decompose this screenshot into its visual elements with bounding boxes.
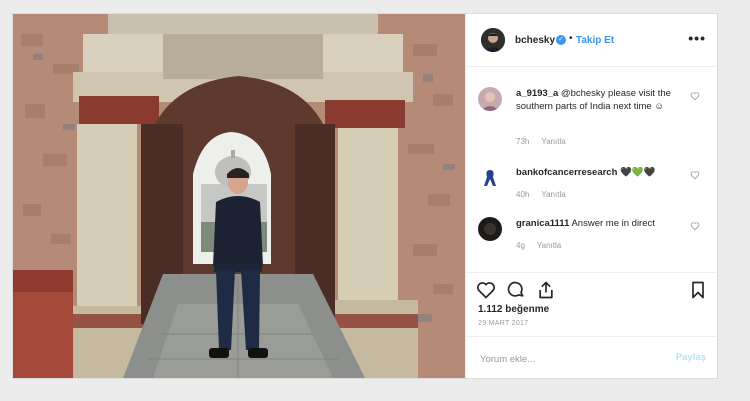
reply-button[interactable]: Yanıtla bbox=[541, 190, 565, 199]
instagram-post: bchesky ✓ • Takip Et ••• a_9193_a @bches… bbox=[12, 13, 718, 379]
add-comment-bar: Paylaş bbox=[466, 336, 718, 379]
comment-text: bankofcancerresearch 🖤💚🖤 bbox=[516, 166, 676, 179]
comment-age: 40h bbox=[516, 190, 530, 199]
post-date: 29 MART 2017 bbox=[478, 320, 529, 327]
verified-badge-icon: ✓ bbox=[556, 35, 566, 45]
comment-meta: 73h Yanıtla bbox=[516, 137, 578, 146]
post-username[interactable]: bchesky bbox=[515, 35, 555, 46]
more-options-icon[interactable]: ••• bbox=[688, 30, 706, 46]
post-photo[interactable] bbox=[13, 14, 465, 378]
reply-button[interactable]: Yanıtla bbox=[541, 137, 565, 146]
bookmark-icon[interactable] bbox=[688, 280, 708, 300]
comment-input[interactable] bbox=[478, 349, 652, 369]
like-comment-heart-icon[interactable] bbox=[690, 221, 700, 231]
comment-body: Answer me in direct bbox=[569, 218, 655, 229]
avatar[interactable] bbox=[481, 28, 505, 52]
reply-button[interactable]: Yanıtla bbox=[537, 241, 561, 250]
comment-body: 🖤💚🖤 bbox=[617, 167, 656, 178]
avatar[interactable] bbox=[478, 87, 502, 111]
post-header: bchesky ✓ • Takip Et ••• bbox=[466, 14, 718, 67]
comment-text: granica1111 Answer me in direct bbox=[516, 217, 676, 230]
follow-button[interactable]: Takip Et bbox=[576, 35, 614, 46]
like-comment-heart-icon[interactable] bbox=[690, 170, 700, 180]
share-icon[interactable] bbox=[536, 280, 556, 300]
post-sidebar: bchesky ✓ • Takip Et ••• a_9193_a @bches… bbox=[465, 14, 718, 378]
post-comment-button[interactable]: Paylaş bbox=[676, 352, 706, 363]
likes-count[interactable]: 1.112 beğenme bbox=[478, 304, 549, 315]
comment-icon[interactable] bbox=[506, 280, 526, 300]
comment-username[interactable]: bankofcancerresearch bbox=[516, 167, 617, 178]
comment-meta: 4g Yanıtla bbox=[516, 241, 573, 250]
comment-age: 73h bbox=[516, 137, 530, 146]
comment-username[interactable]: a_9193_a bbox=[516, 88, 558, 99]
comment-text: a_9193_a @bchesky please visit the south… bbox=[516, 87, 676, 113]
comment-age: 4g bbox=[516, 241, 525, 250]
post-actions bbox=[466, 272, 718, 303]
separator-dot: • bbox=[569, 33, 573, 44]
comment-username[interactable]: granica1111 bbox=[516, 218, 569, 229]
like-comment-heart-icon[interactable] bbox=[690, 91, 700, 101]
heart-icon[interactable] bbox=[476, 280, 496, 300]
comment-meta: 40h Yanıtla bbox=[516, 190, 578, 199]
avatar[interactable] bbox=[478, 166, 502, 190]
avatar[interactable] bbox=[478, 217, 502, 241]
